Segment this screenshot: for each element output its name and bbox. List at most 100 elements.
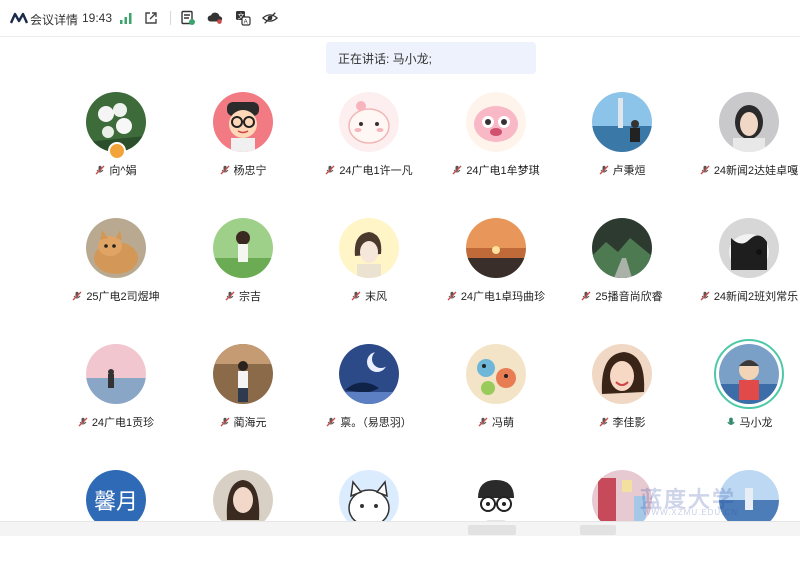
participant-name-row: 25播音尚欣睿 [559,288,685,304]
signal-strength-icon[interactable] [118,10,134,26]
participant-tile[interactable]: 24广电1卓玛曲珍 [433,218,559,328]
participant-tile[interactable]: 24新闻2达娃卓嘎 [686,92,800,202]
participant-name: 24广电1许一凡 [339,165,413,177]
mic-muted-icon [599,417,608,427]
participant-tile[interactable]: 向^娟 [53,92,179,202]
toolbar-divider [170,11,171,25]
dog-photo-image [719,218,779,278]
participant-avatar[interactable] [213,218,273,278]
participant-avatar[interactable] [592,92,652,152]
participant-name-row: 24广电1卓玛曲珍 [433,288,559,304]
meeting-time: 19:43 [82,11,113,25]
watermark-sub: WWW.XZMU.EDU.CN [643,508,738,517]
participant-avatar[interactable] [86,344,146,404]
participant-avatar[interactable] [213,344,273,404]
participant-tile[interactable]: 24新闻2班刘常乐 [686,218,800,328]
top-bar: 会议详情 19:43 文A [0,0,800,37]
participant-tile[interactable]: 24广电1许一凡 [306,92,432,202]
participant-tile[interactable]: 李佳影 [559,344,685,454]
participant-avatar[interactable] [714,339,784,409]
whale-moon-art-image [339,344,399,404]
mountain-road-photo-image [592,218,652,278]
mic-muted-icon [700,291,710,301]
participant-avatar[interactable] [339,218,399,278]
participant-avatar[interactable] [466,92,526,152]
cartoon-glasses-boy-image [213,92,273,152]
toolbar-button[interactable] [468,525,516,535]
pink-sea-photo-image [86,344,146,404]
girl-field-photo-image [213,218,273,278]
cloud-record-icon[interactable] [207,10,223,26]
toolbar-button[interactable] [580,525,616,535]
participant-name: 向^娟 [109,165,137,177]
participant-avatar[interactable] [466,344,526,404]
participant-name-row: 卢秉烜 [559,162,685,178]
participant-name: 杨忠宁 [233,165,267,177]
participant-avatar[interactable] [466,218,526,278]
mic-muted-icon [599,165,608,175]
participant-tile[interactable]: 蔺海元 [180,344,306,454]
mic-muted-icon [225,291,235,301]
mic-active-icon [726,417,735,425]
active-speaker-banner: 正在讲话: 马小龙; [326,42,536,74]
participant-tile[interactable]: 24广电1牟梦琪 [433,92,559,202]
participant-name-row: 末风 [306,288,432,304]
man-standing-photo-image [213,344,273,404]
participant-name-row: 25广电2司煜坤 [53,288,179,304]
participant-name-row: 李佳影 [559,414,685,430]
bottom-toolbar [0,521,800,536]
app-logo-icon [10,12,28,24]
participant-name: 宗吉 [239,291,261,303]
girl-selfie-photo-image [719,92,779,152]
participant-name-row: 冯萌 [433,414,559,430]
participant-tile[interactable]: 马小龙 [686,339,800,454]
participant-name-row: 马小龙 [686,414,800,430]
participant-avatar[interactable] [339,344,399,404]
participant-avatar[interactable] [213,92,273,152]
participant-name-row: 宗吉 [180,288,306,304]
pink-cat-cartoon-image [339,92,399,152]
participant-tile[interactable]: 禀。（易思羽） [306,344,432,454]
participant-name: 25播音尚欣睿 [595,291,663,303]
participant-name-row: 24广电1贡珍 [53,414,179,430]
translate-icon[interactable]: 文A [235,10,251,26]
participant-tile[interactable]: 杨忠宁 [180,92,306,202]
mic-muted-icon [220,417,229,427]
participant-name: 24广电1贡珍 [91,417,155,429]
mic-muted-icon [326,417,336,427]
hide-video-icon[interactable] [262,10,278,26]
participant-tile[interactable]: 24广电1贡珍 [53,344,179,454]
participant-avatar[interactable] [592,218,652,278]
participant-name: 24新闻2达娃卓嘎 [713,165,799,177]
participant-tile[interactable]: 25广电2司煜坤 [53,218,179,328]
participant-name-row: 杨忠宁 [180,162,306,178]
popout-window-icon[interactable] [143,10,159,26]
mic-muted-icon [478,417,488,427]
participant-tile[interactable]: 25播音尚欣睿 [559,218,685,328]
participant-avatar[interactable] [339,92,399,152]
participant-name-row: 24新闻2达娃卓嘎 [686,162,800,178]
meeting-notes-icon[interactable] [180,10,196,26]
girl-laughing-photo-image [592,344,652,404]
seaside-tower-photo-image [592,92,652,152]
participant-name: 蔺海元 [233,417,267,429]
participant-tile[interactable]: 宗吉 [180,218,306,328]
participant-name: 24新闻2班刘常乐 [713,291,799,303]
participant-name-row: 24广电1许一凡 [306,162,432,178]
mic-muted-icon [452,165,462,175]
participant-avatar[interactable] [719,218,779,278]
mic-muted-icon [220,165,229,175]
kid-photo-image [719,344,779,404]
participant-name-row: 向^娟 [53,162,179,178]
participant-name-row: 24新闻2班刘常乐 [686,288,800,304]
mic-muted-icon [95,165,105,175]
participant-tile[interactable]: 冯萌 [433,344,559,454]
participant-avatar[interactable] [592,344,652,404]
participant-avatar[interactable] [86,218,146,278]
participant-tile[interactable]: 卢秉烜 [559,92,685,202]
meeting-details-link[interactable]: 会议详情 [30,11,78,28]
participant-tile[interactable]: 末风 [306,218,432,328]
participant-avatar[interactable] [719,92,779,152]
mic-muted-icon [700,165,710,175]
participant-name: 24广电1牟梦琪 [466,165,540,177]
